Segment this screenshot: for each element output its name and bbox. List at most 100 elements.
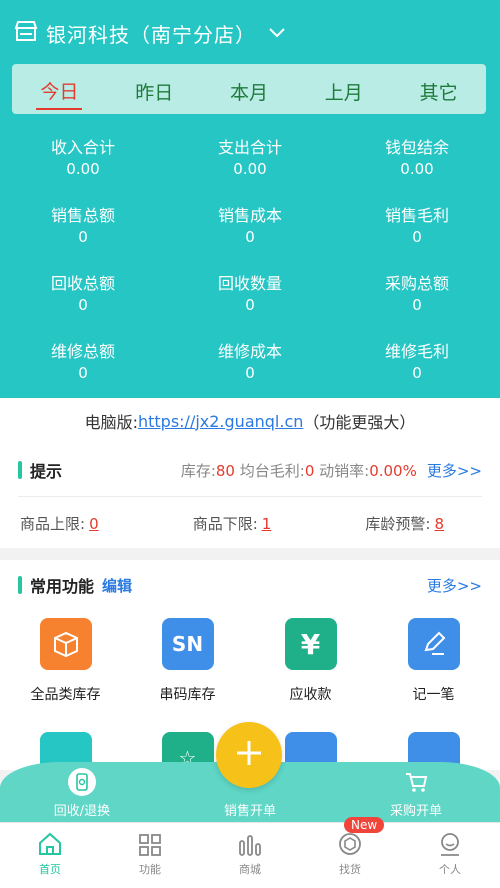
store-name: 银河科技（南宁分店）: [46, 22, 256, 47]
tab-today[interactable]: 今日: [36, 69, 83, 110]
pc-prefix: 电脑版:: [84, 413, 138, 432]
lower-limit-label: 商品下限:: [192, 514, 258, 533]
stat-repair-cost[interactable]: 维修成本 0: [167, 338, 333, 382]
tab-functions[interactable]: 功能: [100, 823, 200, 888]
stat-label: 维修总额: [50, 342, 115, 361]
dashboard-header: 银河科技（南宁分店） 今日 昨日 本月 上月 其它 收入合计 0.00 支出合计 0…: [0, 0, 500, 398]
stat-value: 0.00: [66, 160, 100, 178]
age-warning-label: 库龄预警:: [365, 514, 431, 533]
user-icon: [400, 823, 500, 857]
tips-title: 提示: [30, 462, 63, 481]
stat-value: 0: [412, 228, 422, 246]
grid-icon: [100, 823, 200, 857]
age-warning-value: 8: [434, 514, 444, 533]
stat-sales-cost[interactable]: 销售成本 0: [167, 202, 333, 246]
upper-limit[interactable]: 商品上限: 0: [20, 513, 99, 534]
stat-label: 销售毛利: [384, 206, 449, 225]
stat-label: 钱包结余: [384, 138, 449, 157]
phone-recycle-icon: [68, 768, 96, 796]
stat-value: 0: [78, 296, 88, 314]
avg-profit-label: 均台毛利:: [239, 461, 305, 480]
section-accent: [18, 461, 22, 479]
function-record[interactable]: 记一笔: [371, 618, 496, 704]
chevron-down-icon: [268, 24, 286, 43]
upper-limit-label: 商品上限:: [20, 514, 86, 533]
stat-value: 0: [78, 364, 88, 382]
function-receivables[interactable]: ¥ 应收款: [248, 618, 373, 704]
tips-summary: 库存:80 均台毛利:0 动销率:0.00%: [181, 460, 417, 481]
stat-label: 收入合计: [50, 138, 115, 157]
stat-value: 0: [412, 364, 422, 382]
tab-this-month[interactable]: 本月: [226, 70, 272, 109]
tab-yesterday[interactable]: 昨日: [131, 70, 177, 109]
function-label: 全品类库存: [30, 687, 101, 703]
lower-limit-value: 1: [261, 514, 272, 533]
stat-recycle-total[interactable]: 回收总额 0: [0, 270, 166, 314]
function-all-inventory[interactable]: 全品类库存: [3, 618, 128, 704]
avg-profit-value: 0: [304, 461, 315, 480]
stat-value: 0: [78, 228, 88, 246]
stat-value: 0: [245, 364, 255, 382]
stat-income[interactable]: 收入合计 0.00: [0, 134, 166, 178]
tab-home[interactable]: 首页: [0, 823, 100, 888]
edit-icon: [407, 618, 460, 670]
stat-repair-profit[interactable]: 维修毛利 0: [334, 338, 500, 382]
home-icon: [0, 823, 100, 857]
stat-value: 0: [245, 296, 255, 314]
op-label: 回收/退换: [53, 804, 111, 819]
stat-value: 0: [245, 228, 255, 246]
store-icon: [14, 20, 38, 46]
stat-label: 维修成本: [217, 342, 282, 361]
functions-title: 常用功能: [30, 577, 95, 596]
tab-label: 功能: [139, 863, 161, 876]
sell-rate-label: 动销率:: [319, 461, 370, 480]
plus-icon: [234, 738, 264, 772]
stat-sales-profit[interactable]: 销售毛利 0: [334, 202, 500, 246]
stock-label: 库存:: [180, 461, 216, 480]
stat-recycle-count[interactable]: 回收数量 0: [167, 270, 333, 314]
upper-limit-value: 0: [89, 514, 99, 533]
stat-label: 回收总额: [50, 274, 115, 293]
chart-icon: [200, 823, 300, 857]
stat-purchase-total[interactable]: 采购总额 0: [334, 270, 500, 314]
edit-functions-button[interactable]: 编辑: [102, 575, 132, 596]
functions-more-link[interactable]: 更多>>: [427, 575, 482, 596]
stat-expense[interactable]: 支出合计 0.00: [167, 134, 333, 178]
stat-value: 0.00: [400, 160, 434, 178]
lower-limit[interactable]: 商品下限: 1: [193, 513, 272, 534]
stock-limits: 商品上限: 0 商品下限: 1 库龄预警: 8: [0, 497, 500, 549]
period-tabs: 今日 昨日 本月 上月 其它: [12, 64, 486, 114]
function-sn-inventory[interactable]: SN 串码库存: [125, 618, 250, 704]
pc-link[interactable]: https://jx2.guanql.cn: [138, 412, 303, 431]
stat-label: 销售总额: [50, 206, 115, 225]
tab-profile[interactable]: 个人: [400, 823, 500, 888]
cart-icon: [402, 768, 430, 796]
stat-label: 回收数量: [217, 274, 282, 293]
op-label: 销售开单: [223, 804, 276, 819]
stat-wallet[interactable]: 钱包结余 0.00: [334, 134, 500, 178]
age-warning[interactable]: 库龄预警: 8: [365, 513, 444, 534]
add-sale-button[interactable]: [216, 722, 282, 788]
tab-last-month[interactable]: 上月: [321, 70, 367, 109]
box-icon: [39, 618, 92, 670]
tab-find-goods[interactable]: New 找货: [300, 817, 400, 888]
recycle-return-button[interactable]: 回收/退换: [22, 762, 142, 819]
tab-mall[interactable]: 商城: [200, 823, 300, 888]
tab-label: 找货: [339, 863, 361, 876]
yen-icon: ¥: [284, 618, 337, 670]
function-label: 串码库存: [159, 687, 216, 703]
stat-sales-total[interactable]: 销售总额 0: [0, 202, 166, 246]
bottom-tabbar: 首页 功能 商城 New 找货 个人: [0, 817, 500, 888]
pc-suffix: （功能更强大）: [303, 413, 416, 432]
stat-label: 支出合计: [217, 138, 282, 157]
tab-other[interactable]: 其它: [416, 70, 462, 109]
stat-repair-total[interactable]: 维修总额 0: [0, 338, 166, 382]
stat-label: 维修毛利: [384, 342, 449, 361]
store-selector[interactable]: 银河科技（南宁分店）: [14, 18, 286, 48]
tab-label: 个人: [439, 863, 461, 876]
functions-header: 常用功能 编辑 更多>>: [0, 560, 500, 610]
purchase-order-button[interactable]: 采购开单: [356, 762, 476, 819]
tips-card: 提示 库存:80 均台毛利:0 动销率:0.00% 更多>> 商品上限: 0 商品…: [0, 444, 500, 548]
stat-value: 0.00: [233, 160, 267, 178]
tips-more-link[interactable]: 更多>>: [427, 460, 482, 481]
